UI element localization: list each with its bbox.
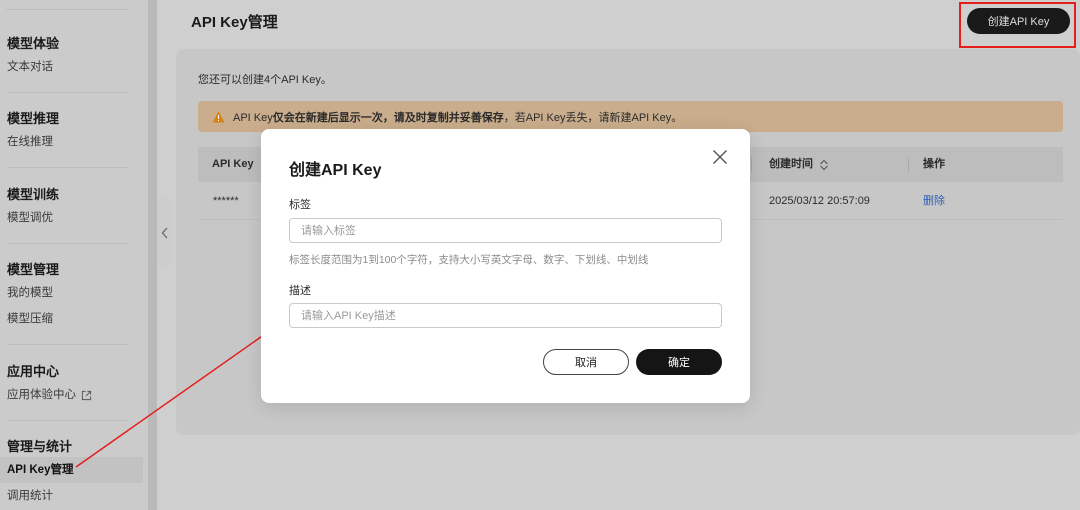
sidebar-group-management-stats: 管理与统计 API Key管理 调用统计 xyxy=(0,437,143,509)
column-header-created-at[interactable]: 创建时间 xyxy=(769,147,829,182)
sidebar-group-title: 模型训练 xyxy=(7,187,60,202)
sidebar-item-online-inference[interactable]: 在线推理 xyxy=(7,129,129,155)
sidebar-group-title: 模型推理 xyxy=(7,111,60,126)
create-api-key-dialog: 创建API Key 标签 标签长度范围为1到100个字符，支持大小写英文字母、数… xyxy=(261,129,750,403)
sidebar-item-app-experience[interactable]: 应用体验中心 xyxy=(7,382,129,408)
api-key-cell: ****** xyxy=(213,195,239,207)
sidebar-item-text-chat[interactable]: 文本对话 xyxy=(7,54,129,80)
chevron-left-icon xyxy=(161,227,168,239)
sidebar-divider xyxy=(7,243,129,244)
sort-icon[interactable] xyxy=(819,159,829,171)
warning-bold: 仅会在新建后显示一次，请及时复制并妥善保存 xyxy=(272,111,504,124)
created-at-cell: 2025/03/12 20:57:09 xyxy=(769,195,870,207)
warning-icon xyxy=(212,111,225,122)
sidebar-item-label: 文本对话 xyxy=(7,61,53,73)
sidebar-item-model-compression[interactable]: 模型压缩 xyxy=(7,306,129,332)
sidebar-group-title: 模型体验 xyxy=(7,36,60,51)
confirm-button[interactable]: 确定 xyxy=(636,349,722,375)
dialog-title: 创建API Key xyxy=(289,162,382,179)
column-header-label: 创建时间 xyxy=(769,158,813,170)
column-separator xyxy=(908,157,909,172)
sidebar-divider xyxy=(7,92,129,93)
sidebar-item-label: 应用体验中心 xyxy=(7,389,76,401)
column-header-api-key: API Key xyxy=(212,158,254,170)
sidebar-group-inference: 模型推理 在线推理 xyxy=(7,109,129,168)
sidebar-group-model-management: 模型管理 我的模型 模型压缩 xyxy=(7,260,129,345)
annotation-highlight-box xyxy=(959,2,1076,48)
remaining-quota-text: 您还可以创建4个API Key。 xyxy=(198,74,332,86)
sidebar-group-training: 模型训练 模型调优 xyxy=(7,185,129,244)
sidebar-divider xyxy=(7,420,129,421)
sidebar-item-label: 模型压缩 xyxy=(7,313,53,325)
external-link-icon xyxy=(81,390,92,400)
page-title: API Key管理 xyxy=(191,14,278,31)
sidebar-item-label: API Key管理 xyxy=(7,464,74,476)
warning-banner: API Key仅会在新建后显示一次，请及时复制并妥善保存，若API Key丢失，… xyxy=(198,101,1063,132)
sidebar-item-api-key-management[interactable]: API Key管理 xyxy=(0,457,143,483)
warning-suffix: ，若API Key丢失，请新建API Key。 xyxy=(503,111,683,124)
column-header-actions: 操作 xyxy=(923,158,945,170)
sidebar-group-title: 模型管理 xyxy=(7,262,60,277)
sidebar-divider xyxy=(7,344,129,345)
sidebar-item-label: 在线推理 xyxy=(7,136,53,148)
label-input[interactable] xyxy=(289,218,722,243)
sidebar-divider xyxy=(6,9,128,10)
sidebar-item-label: 我的模型 xyxy=(7,287,53,299)
sidebar-group-title: 应用中心 xyxy=(7,364,60,379)
sidebar-collapse-button[interactable] xyxy=(157,198,173,268)
description-input[interactable] xyxy=(289,303,722,328)
delete-link[interactable]: 删除 xyxy=(923,182,945,220)
column-separator xyxy=(751,157,752,172)
close-icon[interactable] xyxy=(710,147,730,167)
sidebar-item-model-tuning[interactable]: 模型调优 xyxy=(7,205,129,231)
sidebar-divider xyxy=(7,167,129,168)
warning-prefix: API Key xyxy=(233,111,273,124)
cancel-button[interactable]: 取消 xyxy=(543,349,629,375)
sidebar: 模型体验 文本对话 模型推理 在线推理 模型训练 模型调优 模型管理 我的模型 … xyxy=(0,0,148,510)
sidebar-group-app-center: 应用中心 应用体验中心 xyxy=(7,362,129,421)
sidebar-item-label: 模型调优 xyxy=(7,212,53,224)
sidebar-item-label: 调用统计 xyxy=(7,490,53,502)
description-field-label: 描述 xyxy=(289,285,311,297)
sidebar-item-my-models[interactable]: 我的模型 xyxy=(7,280,129,306)
warning-text: API Key仅会在新建后显示一次，请及时复制并妥善保存，若API Key丢失，… xyxy=(233,109,682,125)
label-field-label: 标签 xyxy=(289,199,311,211)
sidebar-group-title: 管理与统计 xyxy=(7,439,73,454)
sidebar-scrollbar[interactable] xyxy=(148,0,157,510)
sidebar-item-call-statistics[interactable]: 调用统计 xyxy=(7,483,129,509)
label-field-hint: 标签长度范围为1到100个字符，支持大小写英文字母、数字、下划线、中划线 xyxy=(289,254,649,266)
sidebar-group-experience: 模型体验 文本对话 xyxy=(7,34,129,93)
